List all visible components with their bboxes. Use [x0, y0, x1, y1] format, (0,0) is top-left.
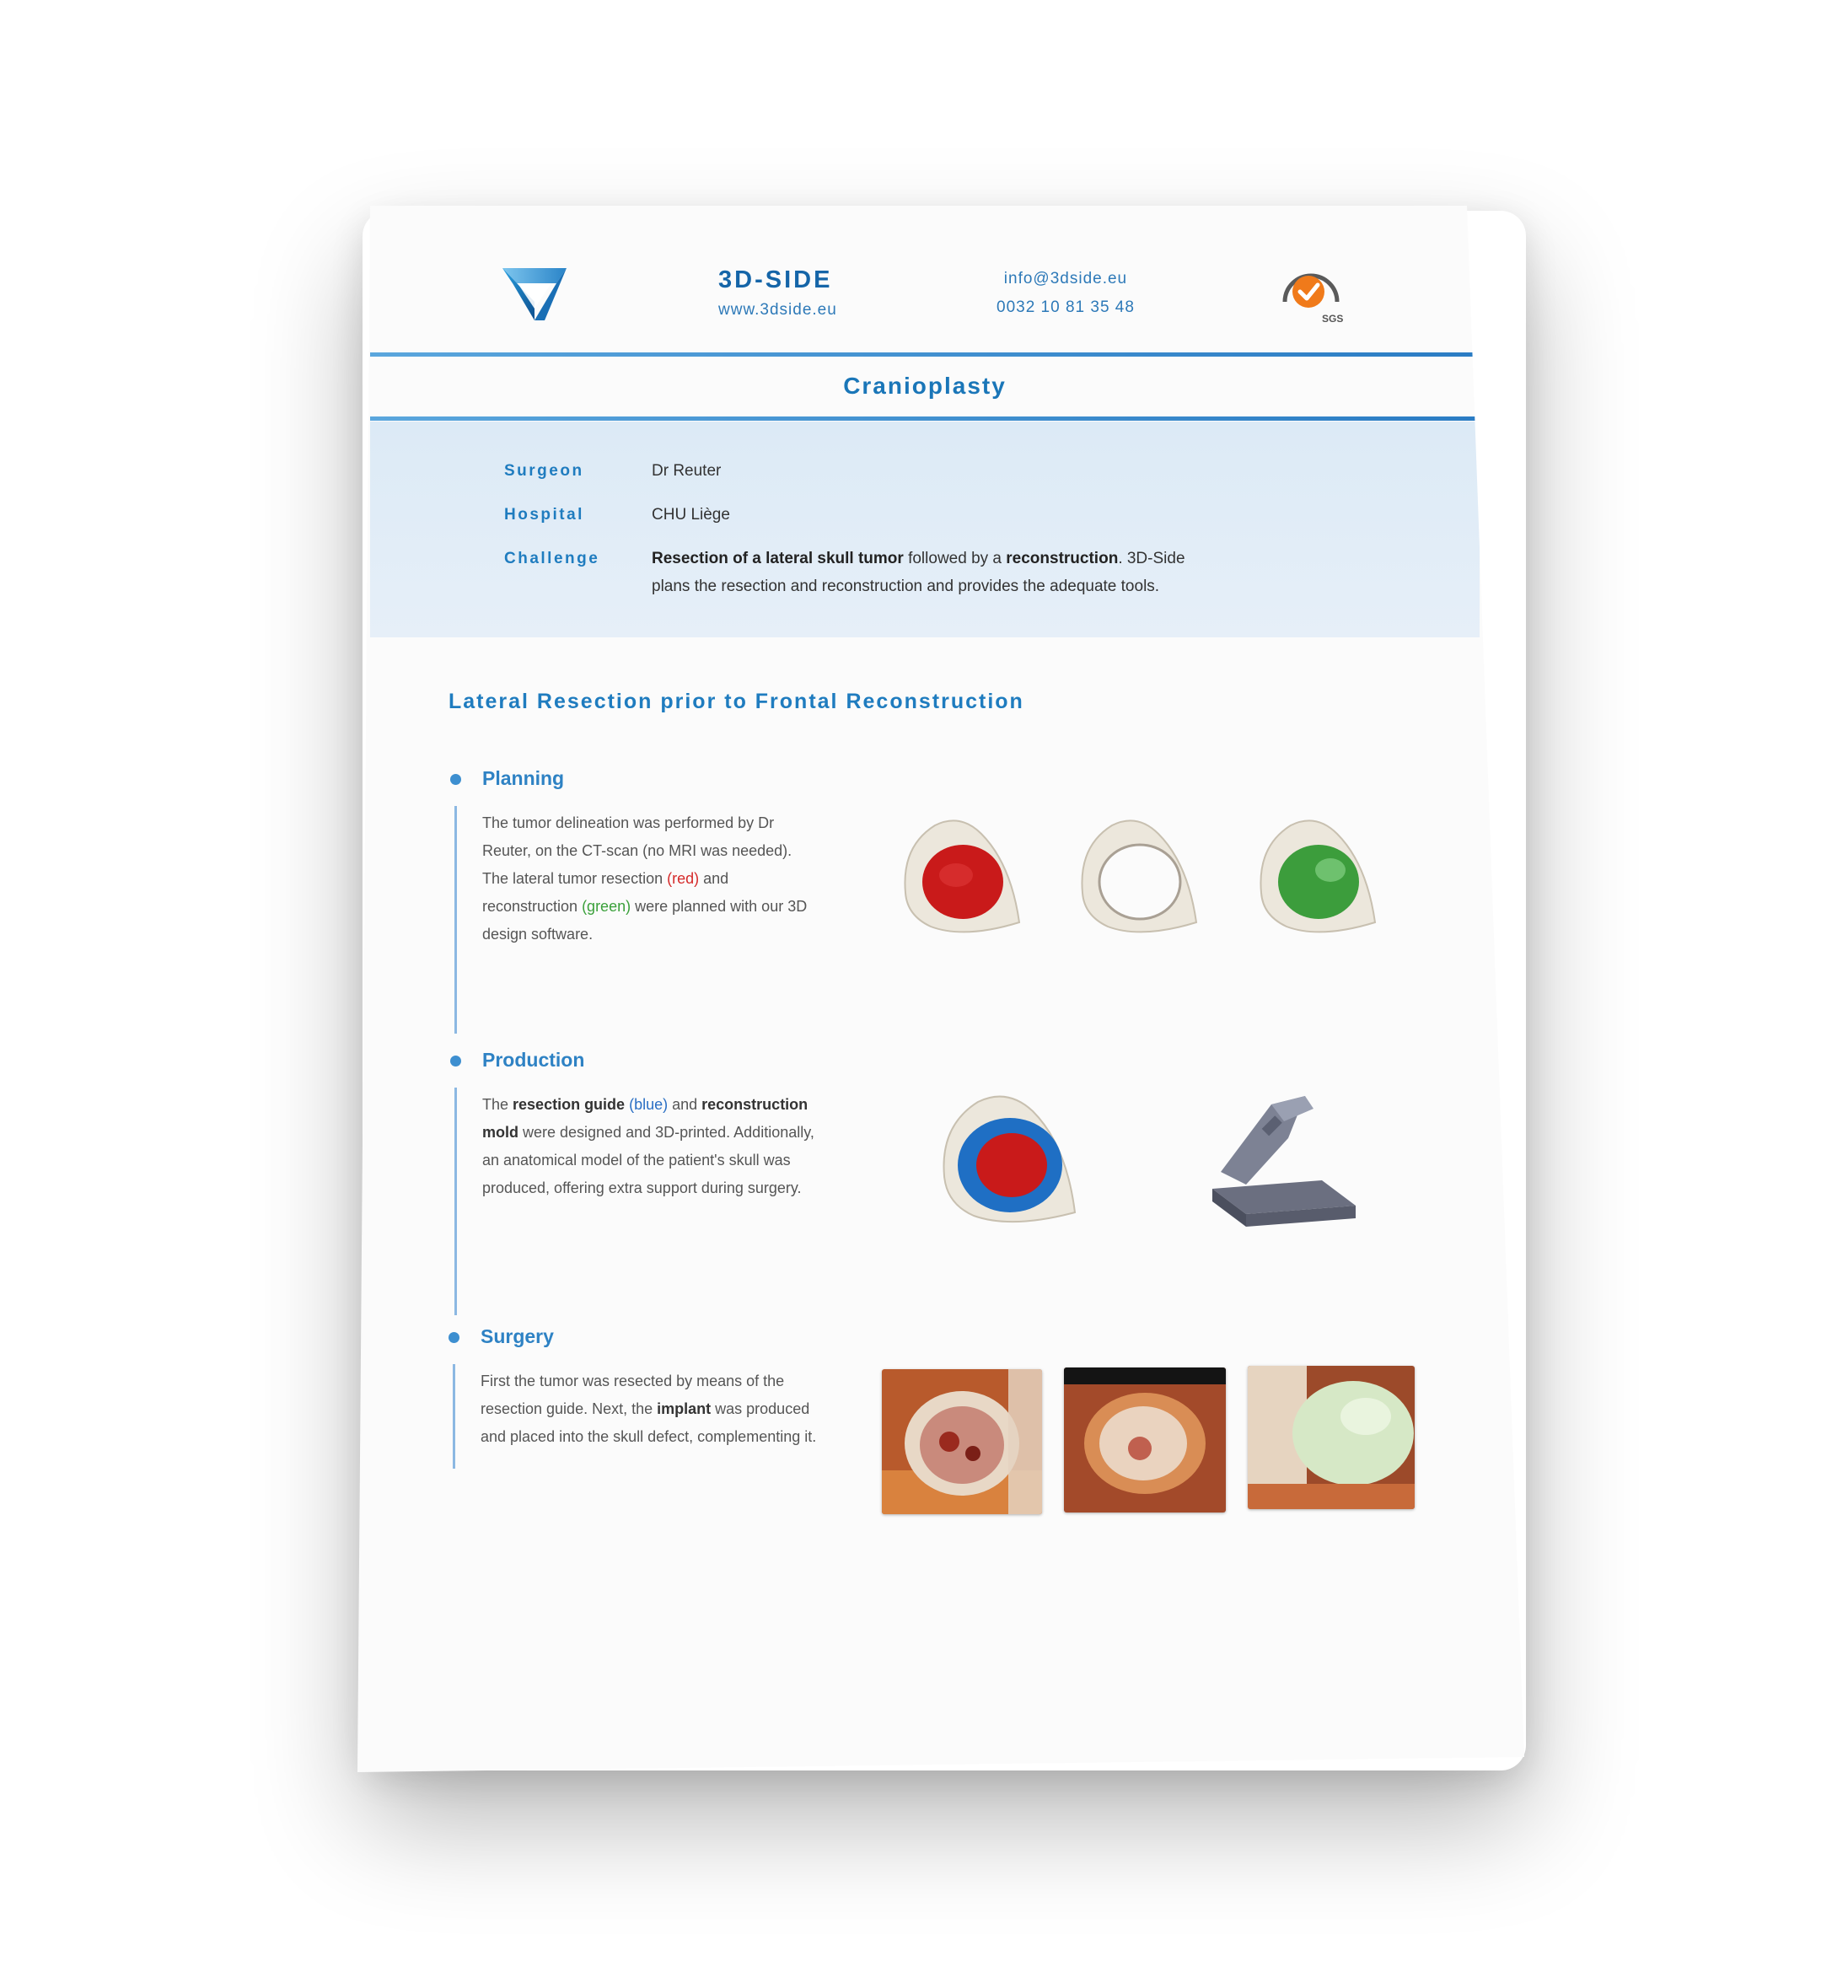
document-sheet: 3D-SIDE www.3dside.eu info@3dside.eu 003…	[357, 206, 1524, 1772]
document-title: Cranioplasty	[843, 373, 1007, 399]
production-title: Production	[482, 1049, 585, 1071]
challenge-bold-1: Resection of a lateral skull tumor	[652, 550, 904, 567]
blue-label: (blue)	[629, 1096, 669, 1113]
red-label: (red)	[667, 870, 700, 887]
surgeon-label: Surgeon	[504, 462, 584, 480]
challenge-label: Challenge	[504, 550, 600, 567]
website-link[interactable]: www.3dside.eu	[718, 301, 837, 320]
surgery-timeline	[453, 1364, 455, 1469]
surgery-text: First the tumor was resected by means of…	[481, 1373, 817, 1445]
planning-title: Planning	[482, 767, 565, 789]
implant-bold: implant	[657, 1400, 712, 1417]
email-link[interactable]: info@3dside.eu	[997, 270, 1135, 288]
header-divider	[370, 352, 1480, 357]
sgs-certification-icon: SGS	[1282, 273, 1343, 325]
planning-text: The tumor delineation was performed by D…	[482, 814, 808, 943]
3d-side-logo-icon	[502, 268, 567, 320]
surgery-title: Surgery	[481, 1325, 554, 1347]
planning-bullet	[450, 774, 461, 785]
green-label: (green)	[582, 898, 631, 915]
skull-model-red-resection-image	[904, 819, 1021, 933]
section-title: Lateral Resection prior to Frontal Recon…	[449, 690, 1024, 713]
phone-number: 0032 10 81 35 48	[997, 298, 1135, 316]
brand-name: 3D-SIDE	[718, 266, 833, 293]
production-text: The resection guide (blue) and reconstru…	[482, 1096, 814, 1196]
surgery-bullet	[449, 1332, 459, 1343]
planning-timeline	[454, 806, 457, 1034]
challenge-bold-2: reconstruction	[1006, 550, 1119, 567]
challenge-value: Resection of a lateral skull tumor follo…	[652, 550, 1185, 595]
surgery-photo-resection	[882, 1369, 1042, 1514]
document-header: 3D-SIDE www.3dside.eu info@3dside.eu 003…	[357, 206, 1524, 357]
surgery-photo-cavity	[1064, 1367, 1226, 1512]
resection-guide-bold: resection guide	[513, 1096, 626, 1113]
skull-model-green-reconstruction-image	[1260, 819, 1377, 933]
contact-block: info@3dside.eu 0032 10 81 35 48	[997, 270, 1135, 317]
brand-block: 3D-SIDE www.3dside.eu	[718, 266, 837, 320]
title-divider	[370, 416, 1480, 421]
case-info-panel: Surgeon Dr Reuter Hospital CHU Liège Cha…	[370, 422, 1480, 637]
production-timeline	[454, 1088, 457, 1315]
skull-model-blue-guide-image	[943, 1095, 1077, 1223]
surgery-photo-implant	[1248, 1366, 1415, 1509]
hospital-label: Hospital	[504, 506, 584, 524]
skull-model-resected-image	[1081, 819, 1198, 933]
sgs-label: SGS	[1322, 313, 1343, 325]
surgeon-value: Dr Reuter	[652, 462, 722, 480]
hospital-value: CHU Liège	[652, 506, 730, 524]
production-bullet	[450, 1056, 461, 1067]
reconstruction-mold-image	[1212, 1096, 1356, 1227]
